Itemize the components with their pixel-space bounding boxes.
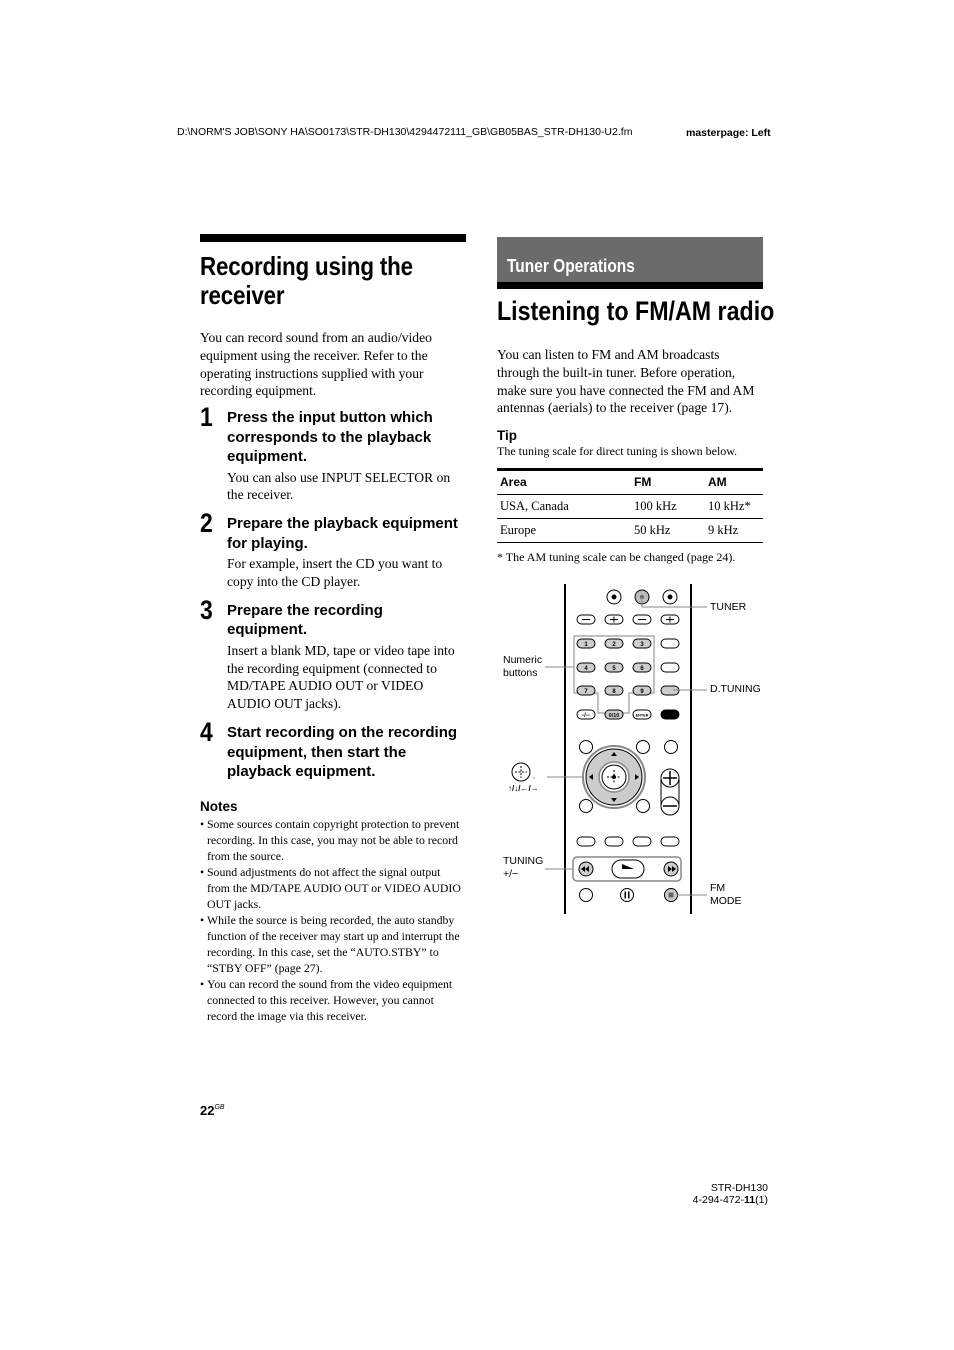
table-cell: Europe <box>497 518 631 544</box>
tip-heading: Tip <box>497 428 517 444</box>
page-suffix: GB <box>214 1104 225 1111</box>
step-number: 3 <box>200 594 213 625</box>
enter-icon <box>511 762 531 782</box>
title-rule <box>200 234 466 242</box>
section-title: Tuner Operations <box>507 256 635 276</box>
remote-illustration: 123 456 789 -/-- 0/10 ENTER TUNER Numeri… <box>497 580 777 920</box>
step-title: Prepare the playback equipment for playi… <box>227 515 458 552</box>
key-label: ENTER <box>636 714 649 718</box>
step-title: Prepare the recording equipment. <box>227 601 383 639</box>
key-label: 0/10 <box>609 713 620 719</box>
label-tuning: TUNING +/− <box>503 855 543 881</box>
label-line: buttons <box>503 667 538 679</box>
note-item: You can record the sound from the video … <box>200 976 466 1024</box>
label-line: MODE <box>710 895 742 907</box>
table-cell: 50 kHz <box>631 518 705 544</box>
next-track-button <box>660 836 680 847</box>
section-rule <box>497 282 763 289</box>
notes-heading: Notes <box>200 798 238 814</box>
table-row: Europe 50 kHz 9 kHz <box>497 518 763 544</box>
rewind-button <box>604 836 624 847</box>
button-black <box>660 709 680 720</box>
step-title: Press the input button which corresponds… <box>227 409 433 466</box>
table-header: Area <box>497 469 631 496</box>
play-icon <box>622 864 634 869</box>
step-4: 4 Start recording on the recording equip… <box>200 717 466 782</box>
table-footnote: * The AM tuning scale can be changed (pa… <box>497 550 736 565</box>
button-blank <box>660 662 680 673</box>
label-line: TUNING <box>503 855 544 867</box>
prev-track-button <box>576 836 596 847</box>
table-row: USA, Canada 100 kHz 10 kHz* <box>497 494 763 520</box>
table-cell: 9 kHz <box>705 518 763 544</box>
section-band: Tuner Operations <box>497 237 763 282</box>
label-line: +/− <box>503 868 519 880</box>
tip-text: The tuning scale for direct tuning is sh… <box>497 444 738 459</box>
table-cell: 10 kHz* <box>705 494 763 520</box>
radio-intro: You can listen to FM and AM broadcasts t… <box>497 347 755 416</box>
step-title: Start recording on the recording equipme… <box>227 724 458 781</box>
button-circle <box>664 740 678 754</box>
step-desc: Insert a blank MD, tape or video tape in… <box>227 642 455 712</box>
step-1: 1 Press the input button which correspon… <box>200 402 466 504</box>
radio-title: Listening to FM/AM radio <box>497 296 775 326</box>
table-header-row: Area FM AM <box>497 469 763 496</box>
masterpage-label: masterpage: Left <box>686 127 771 139</box>
step-3: 3 Prepare the recording equipment. Inser… <box>200 595 466 713</box>
label-arrows: ↑/↓/←/→ <box>508 784 539 793</box>
page-number: 22GB <box>200 1103 225 1118</box>
model-number: STR-DH130 <box>710 1182 768 1194</box>
stop-icon <box>668 892 674 898</box>
file-path-header: D:\NORM'S JOB\SONY HA\SO0173\STR-DH130\4… <box>177 126 633 138</box>
step-number: 1 <box>200 402 213 433</box>
table-cell: 100 kHz <box>631 494 705 520</box>
button-circle <box>636 740 650 754</box>
note-item: While the source is being recorded, the … <box>200 912 466 976</box>
label-fm-mode: FM MODE <box>710 882 742 908</box>
label-line: FM <box>710 882 726 894</box>
recording-section: Recording using the receiver You can rec… <box>200 234 466 1024</box>
tuner-section: Tuner Operations Listening to FM/AM radi… <box>497 237 775 565</box>
table-cell: USA, Canada <box>497 494 631 520</box>
pause-button <box>620 888 634 902</box>
note-item: Sound adjustments do not affect the sign… <box>200 864 466 912</box>
note-item: Some sources contain copyright protectio… <box>200 816 466 864</box>
part-number: 4-294-472-11(1) <box>686 1194 768 1206</box>
step-desc: For example, insert the CD you want to c… <box>227 556 443 590</box>
label-dtuning: D.TUNING <box>710 683 761 695</box>
part-suffix: (1) <box>755 1194 768 1206</box>
button-circle <box>579 740 593 754</box>
step-desc: You can also use INPUT SELECTOR on the r… <box>227 469 451 503</box>
step-2: 2 Prepare the playback equipment for pla… <box>200 508 466 591</box>
model-info: STR-DH130 4-294-472-11(1) <box>686 1182 768 1206</box>
table-header: AM <box>705 469 763 496</box>
button-circle <box>579 888 593 902</box>
tuning-scale-table: Area FM AM USA, Canada 100 kHz 10 kHz* E… <box>497 468 763 544</box>
button-circle <box>636 799 650 813</box>
table-header: FM <box>631 469 705 496</box>
label-line: Numeric <box>503 654 543 666</box>
notes-list: Some sources contain copyright protectio… <box>200 816 466 1024</box>
part-prefix: 4-294-472- <box>692 1194 745 1206</box>
return-button <box>579 799 593 813</box>
recording-title: Recording using the receiver <box>200 251 413 310</box>
forward-button <box>632 836 652 847</box>
pause-icon <box>624 891 626 899</box>
recording-intro: You can record sound from an audio/video… <box>200 330 432 399</box>
label-numeric-buttons: Numeric buttons <box>503 654 542 680</box>
button-blank <box>660 638 680 649</box>
page-number-value: 22 <box>200 1103 215 1118</box>
label-tuner: TUNER <box>710 601 747 613</box>
step-number: 2 <box>200 508 213 539</box>
key-label: -/-- <box>582 713 590 719</box>
step-number: 4 <box>200 717 213 748</box>
part-bold: 11 <box>744 1194 756 1206</box>
